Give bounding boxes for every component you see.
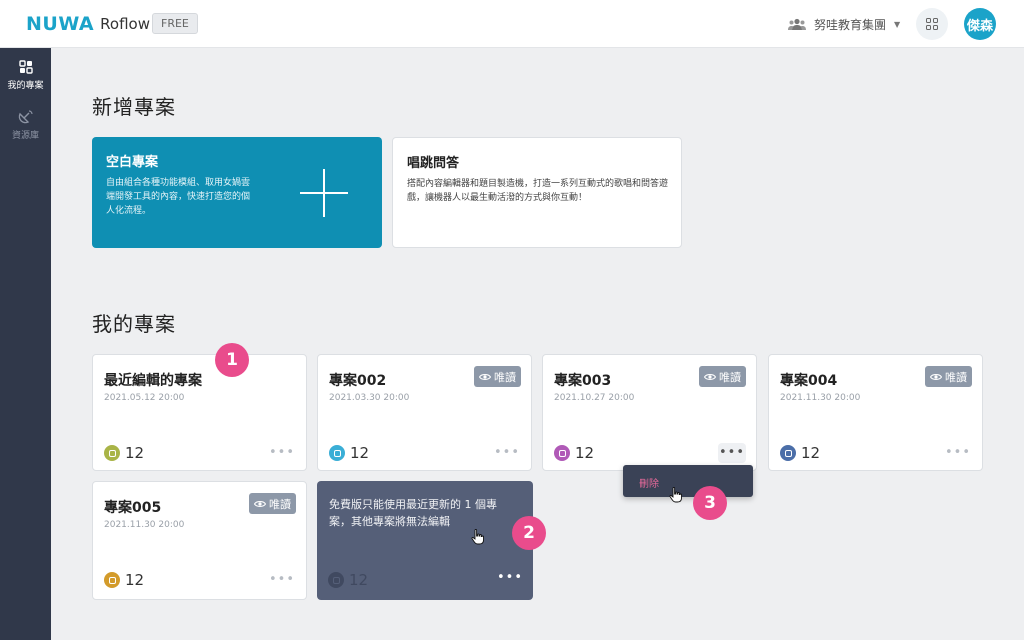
logo-brand: NUWA <box>26 13 95 35</box>
project-card[interactable]: 專案004 唯讀 2021.11.30 20:00 12 ••• <box>768 354 983 471</box>
logo-app-name: Roflow <box>100 15 150 33</box>
robot-icon <box>104 572 120 588</box>
step-marker-2: 2 <box>512 516 546 550</box>
more-options-button[interactable]: ••• <box>944 443 972 463</box>
more-options-button[interactable]: ••• <box>718 443 746 463</box>
robot-count-value: 12 <box>801 444 821 462</box>
more-options-button[interactable]: ••• <box>493 443 521 463</box>
caret-down-icon: ▼ <box>894 19 901 29</box>
disabled-project-card[interactable]: 免費版只能使用最近更新的 1 個專案，其他專案將無法編輯 12 ••• <box>317 481 533 600</box>
robot-count: 12 <box>780 444 820 462</box>
project-card[interactable]: 專案003 唯讀 2021.10.27 20:00 12 ••• <box>542 354 757 471</box>
sidebar: 我的專案 資源庫 <box>0 48 51 640</box>
grid-icon <box>18 60 33 74</box>
sidebar-item-my-projects[interactable]: 我的專案 <box>0 60 51 104</box>
project-name: 專案002 <box>329 373 387 389</box>
project-options-menu: 刪除 <box>623 465 753 497</box>
robot-icon <box>328 572 344 588</box>
app-logo[interactable]: NUWA Roflow <box>26 13 150 35</box>
top-bar: NUWA Roflow FREE 努哇教育集團 ▼ 傑森 <box>0 0 1024 48</box>
project-date: 2021.03.30 20:00 <box>329 393 410 403</box>
card-title: 空白專案 <box>106 155 159 170</box>
hand-cursor-icon <box>669 487 682 503</box>
plan-badge: FREE <box>152 13 198 34</box>
readonly-label: 唯讀 <box>494 370 516 384</box>
sidebar-item-library[interactable]: 資源庫 <box>0 110 51 154</box>
eye-icon <box>930 373 942 381</box>
new-blank-project-card[interactable]: 空白專案 自由組合各種功能模組、取用女媧雲端開發工具的內容，快速打造您的個人化流… <box>92 137 382 248</box>
eye-icon <box>479 373 491 381</box>
people-icon <box>788 18 806 30</box>
card-title: 唱跳問答 <box>407 156 460 171</box>
readonly-label: 唯讀 <box>719 370 741 384</box>
project-card[interactable]: 最近編輯的專案 2021.05.12 20:00 12 ••• <box>92 354 307 471</box>
project-date: 2021.05.12 20:00 <box>104 393 185 403</box>
robot-icon <box>554 445 570 461</box>
robot-count-value: 12 <box>125 571 145 589</box>
robot-count-value: 12 <box>349 571 369 589</box>
project-card[interactable]: 專案002 唯讀 2021.03.30 20:00 12 ••• <box>317 354 532 471</box>
robot-count: 12 <box>104 571 144 589</box>
apps-button[interactable] <box>916 8 948 40</box>
readonly-label: 唯讀 <box>945 370 967 384</box>
project-date: 2021.11.30 20:00 <box>104 520 185 530</box>
new-singing-quiz-card[interactable]: 唱跳問答 搭配內容編輯器和題目製造機，打造一系列互動式的歌唱和問答遊戲，讓機器人… <box>392 137 682 248</box>
eye-icon <box>254 500 266 508</box>
eye-icon <box>704 373 716 381</box>
robot-count: 12 <box>328 571 368 589</box>
readonly-label: 唯讀 <box>269 497 291 511</box>
project-name: 專案003 <box>554 373 612 389</box>
robot-count-value: 12 <box>575 444 595 462</box>
readonly-badge: 唯讀 <box>699 366 746 387</box>
step-marker-1: 1 <box>215 343 249 377</box>
robot-count: 12 <box>104 444 144 462</box>
free-plan-limit-message: 免費版只能使用最近更新的 1 個專案，其他專案將無法編輯 <box>329 498 497 528</box>
satellite-dish-icon <box>18 110 33 124</box>
card-description: 自由組合各種功能模組、取用女媧雲端開發工具的內容，快速打造您的個人化流程。 <box>106 178 251 216</box>
more-options-button[interactable]: ••• <box>268 570 296 590</box>
org-name: 努哇教育集團 <box>814 17 887 32</box>
user-avatar[interactable]: 傑森 <box>964 8 996 40</box>
sidebar-item-label: 資源庫 <box>11 131 39 141</box>
readonly-badge: 唯讀 <box>474 366 521 387</box>
project-name: 最近編輯的專案 <box>104 373 202 389</box>
sidebar-item-label: 我的專案 <box>7 81 44 91</box>
more-options-button[interactable]: ••• <box>497 570 523 585</box>
delete-menu-item[interactable]: 刪除 <box>639 475 659 490</box>
project-name: 專案005 <box>104 500 162 516</box>
readonly-badge: 唯讀 <box>925 366 972 387</box>
robot-icon <box>780 445 796 461</box>
project-card[interactable]: 專案005 唯讀 2021.11.30 20:00 12 ••• <box>92 481 307 600</box>
hand-cursor-icon <box>471 529 484 545</box>
org-selector[interactable]: 努哇教育集團 ▼ <box>788 14 900 34</box>
section-title-mine: 我的專案 <box>92 312 176 336</box>
section-title-new: 新增專案 <box>92 95 176 119</box>
project-date: 2021.11.30 20:00 <box>780 393 861 403</box>
robot-count: 12 <box>554 444 594 462</box>
robot-count-value: 12 <box>125 444 145 462</box>
step-marker-3: 3 <box>693 486 727 520</box>
card-description: 搭配內容編輯器和題目製造機，打造一系列互動式的歌唱和問答遊戲，讓機器人以最生動活… <box>407 179 669 203</box>
project-name: 專案004 <box>780 373 838 389</box>
more-options-button[interactable]: ••• <box>268 443 296 463</box>
readonly-badge: 唯讀 <box>249 493 296 514</box>
plus-icon <box>300 169 348 217</box>
robot-icon <box>104 445 120 461</box>
robot-count: 12 <box>329 444 369 462</box>
apps-grid-icon <box>926 18 938 30</box>
robot-count-value: 12 <box>350 444 370 462</box>
robot-icon <box>329 445 345 461</box>
project-date: 2021.10.27 20:00 <box>554 393 635 403</box>
